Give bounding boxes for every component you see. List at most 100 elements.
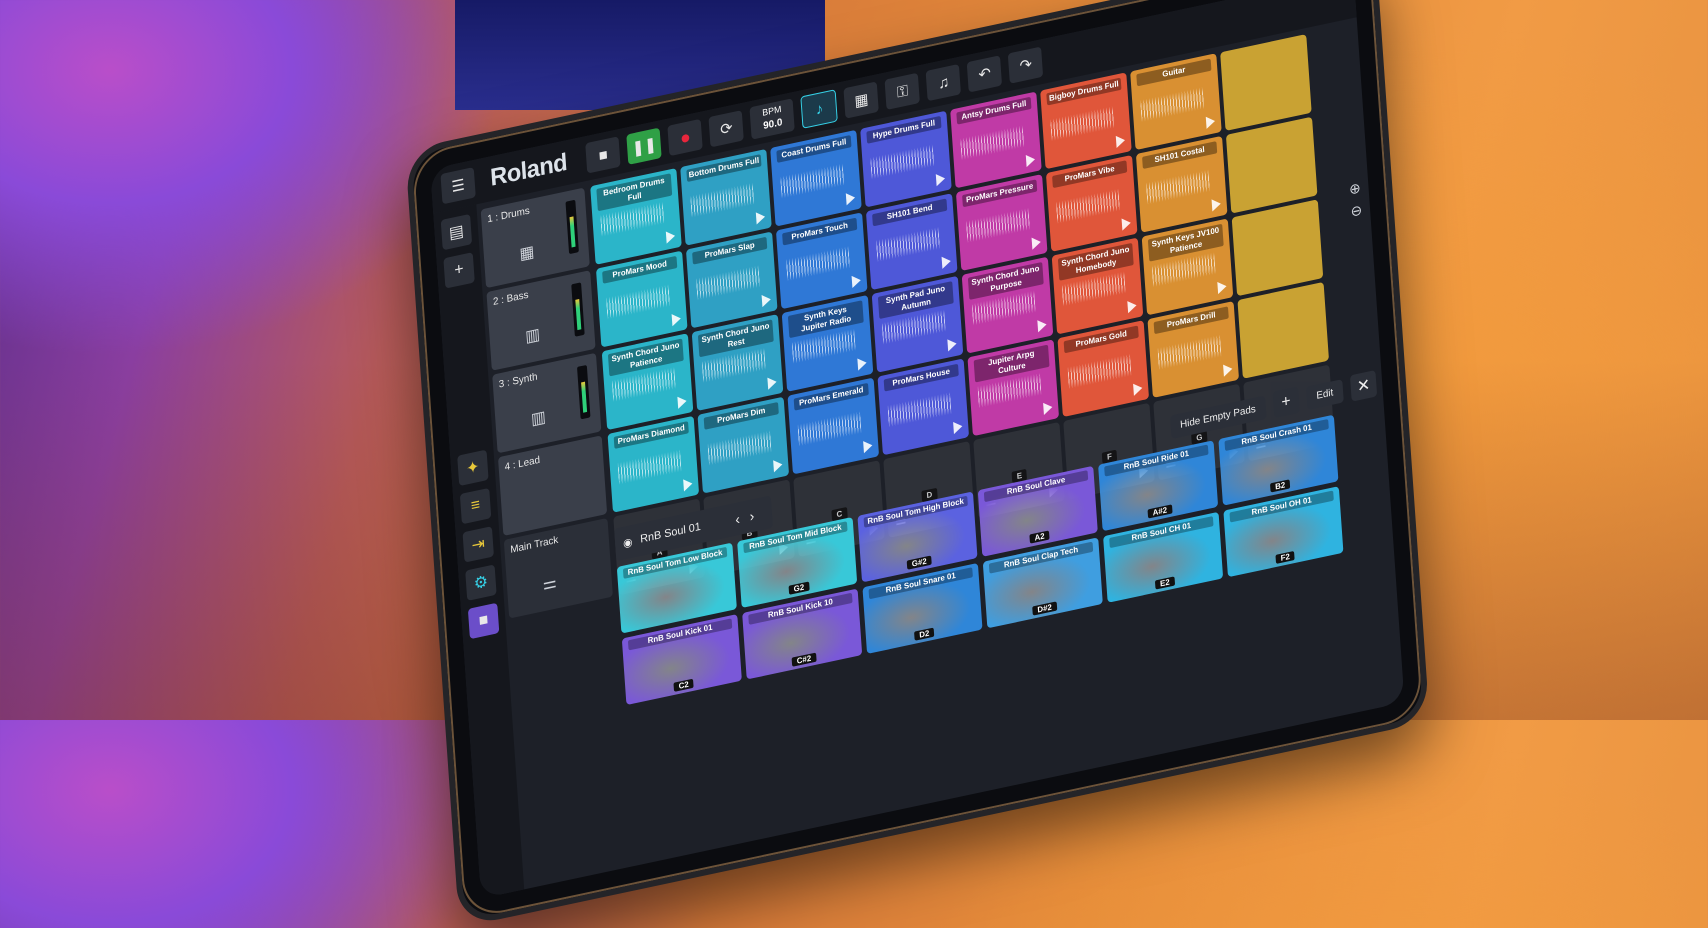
play-icon[interactable] xyxy=(863,439,873,454)
clip-slot[interactable]: Synth Pad Juno Autumn xyxy=(871,275,964,373)
play-icon[interactable] xyxy=(755,210,766,225)
clip-slot[interactable]: Synth Keys Jupiter Radio xyxy=(781,294,874,392)
settings-icon[interactable]: ⚙ xyxy=(465,564,497,601)
pad-note: A2 xyxy=(1029,530,1050,544)
fx-icon[interactable]: ✦ xyxy=(457,449,489,487)
clip-slot[interactable]: SH101 Costal xyxy=(1135,135,1228,233)
clip-slot[interactable]: Bedroom Drums Full xyxy=(590,167,682,265)
clip-slot[interactable]: Hype Drums Full xyxy=(860,110,952,208)
clip-slot[interactable]: Synth Chord Juno Rest xyxy=(691,314,784,411)
play-icon[interactable] xyxy=(953,420,963,435)
close-panel-button[interactable]: ✕ xyxy=(1349,370,1378,402)
play-icon[interactable] xyxy=(773,458,783,473)
metronome-icon[interactable]: ♪ xyxy=(800,89,839,129)
main-track-header[interactable]: Main Track ⚌ xyxy=(503,517,613,619)
clip-slot[interactable]: ProMars Slap xyxy=(685,231,778,329)
loop-button[interactable]: ⟳ xyxy=(708,110,745,148)
clip-slot[interactable]: ProMars Mood xyxy=(595,250,688,348)
stop-button[interactable]: ■ xyxy=(585,136,621,174)
clip-slot[interactable]: Coast Drums Full xyxy=(770,129,862,227)
play-icon[interactable] xyxy=(761,293,772,308)
zoom-controls: ⊕ ⊖ xyxy=(1348,176,1363,223)
clip-slot[interactable]: Jupiter Arpg Culture xyxy=(967,339,1060,437)
clip-slot[interactable]: ProMars House xyxy=(877,358,970,456)
mixer-icon[interactable]: ♫ xyxy=(925,63,962,102)
undo-button[interactable]: ↶ xyxy=(967,55,1003,93)
clip-slot[interactable]: Bottom Drums Full xyxy=(680,148,772,246)
export-icon[interactable]: ⇥ xyxy=(462,526,494,563)
clip-slot[interactable]: Bigboy Drums Full xyxy=(1040,72,1132,170)
clip-slot[interactable]: ProMars Gold xyxy=(1057,320,1150,418)
play-icon[interactable] xyxy=(1205,114,1216,129)
mixer-icon: ⚌ xyxy=(542,573,558,594)
clip-slot[interactable]: ProMars Drill xyxy=(1147,301,1240,398)
play-icon[interactable] xyxy=(947,337,957,352)
clip-slot[interactable] xyxy=(1220,34,1312,131)
clip-slot[interactable] xyxy=(1231,199,1324,297)
play-icon[interactable] xyxy=(1211,197,1222,212)
zoom-in-icon[interactable]: ⊕ xyxy=(1348,176,1362,201)
clip-slot[interactable]: ProMars Touch xyxy=(775,212,868,310)
pad-view-icon[interactable]: ■ xyxy=(467,602,500,640)
tablet-device: ☰ Roland ■ ❚❚ ● ⟳ BPM 90.0 ♪ ▦ ⚿ ♫ ↶ ↷ ▤… xyxy=(405,0,1430,928)
waveform xyxy=(965,207,1031,244)
clip-slot[interactable]: SH101 Bend xyxy=(865,193,958,291)
clip-slot[interactable]: Synth Keys JV100 Patience xyxy=(1141,218,1234,316)
pad-note: C2 xyxy=(673,678,694,692)
play-icon[interactable] xyxy=(857,356,868,371)
pad-note: D2 xyxy=(914,627,935,641)
app-screen: ☰ Roland ■ ❚❚ ● ⟳ BPM 90.0 ♪ ▦ ⚿ ♫ ↶ ↷ ▤… xyxy=(430,0,1405,899)
play-icon[interactable] xyxy=(1043,400,1053,415)
song-list-icon[interactable]: ▤ xyxy=(440,213,473,251)
pause-button[interactable]: ❚❚ xyxy=(626,127,662,165)
waveform xyxy=(1055,188,1121,224)
waveform xyxy=(1067,353,1132,390)
play-icon[interactable] xyxy=(851,274,862,288)
zoom-out-icon[interactable]: ⊖ xyxy=(1350,198,1363,223)
clip-slot[interactable]: ProMars Dim xyxy=(697,396,790,494)
play-icon[interactable] xyxy=(935,172,946,187)
pad-note: E2 xyxy=(1154,576,1175,590)
play-icon[interactable] xyxy=(1217,280,1227,295)
clip-slot[interactable]: ProMars Emerald xyxy=(787,377,880,475)
play-icon[interactable] xyxy=(1133,381,1143,396)
clip-slot[interactable] xyxy=(1225,116,1318,214)
clip-slot[interactable]: Antsy Drums Full xyxy=(950,91,1042,189)
edit-button[interactable]: Edit xyxy=(1305,378,1344,410)
level-meter xyxy=(577,364,591,420)
clip-slot[interactable]: ProMars Diamond xyxy=(607,415,700,513)
clip-slot[interactable]: ProMars Vibe xyxy=(1045,154,1138,252)
grid-icon[interactable]: ▦ xyxy=(843,81,880,119)
waveform xyxy=(875,226,941,263)
play-icon[interactable] xyxy=(767,375,778,390)
bpm-display[interactable]: BPM 90.0 xyxy=(749,98,796,140)
play-icon[interactable] xyxy=(941,254,952,269)
play-icon[interactable] xyxy=(677,394,688,409)
play-icon[interactable] xyxy=(1121,216,1132,231)
waveform xyxy=(690,182,755,218)
play-icon[interactable] xyxy=(1115,134,1126,149)
play-icon[interactable] xyxy=(845,191,856,206)
menu-icon[interactable]: ☰ xyxy=(440,167,476,205)
clip-slot[interactable]: ProMars Pressure xyxy=(955,174,1048,271)
play-icon[interactable] xyxy=(1037,318,1047,333)
clip-slot[interactable]: Synth Chord Juno Homebody xyxy=(1051,237,1144,335)
clip-slot[interactable]: Synth Chord Juno Patience xyxy=(601,333,694,431)
clip-slot[interactable]: Synth Chord Juno Purpose xyxy=(961,256,1054,354)
play-icon[interactable] xyxy=(1031,235,1042,250)
clip-slot[interactable] xyxy=(1237,281,1330,379)
mixer-rail-icon[interactable]: ≡ xyxy=(459,487,492,525)
play-icon[interactable] xyxy=(671,312,682,327)
play-icon[interactable] xyxy=(683,477,693,492)
redo-button[interactable]: ↷ xyxy=(1008,46,1044,84)
play-icon[interactable] xyxy=(1223,362,1233,377)
add-pad-button[interactable]: + xyxy=(1272,386,1300,419)
add-track-icon[interactable]: + xyxy=(443,252,475,289)
play-icon[interactable] xyxy=(1127,299,1137,314)
play-icon[interactable] xyxy=(665,229,676,244)
record-button[interactable]: ● xyxy=(667,118,704,157)
key-icon[interactable]: ⚿ xyxy=(884,72,921,110)
clip-slot[interactable]: Guitar xyxy=(1130,53,1222,151)
play-icon[interactable] xyxy=(1025,153,1036,168)
track-label: 1 : Drums xyxy=(486,205,531,226)
